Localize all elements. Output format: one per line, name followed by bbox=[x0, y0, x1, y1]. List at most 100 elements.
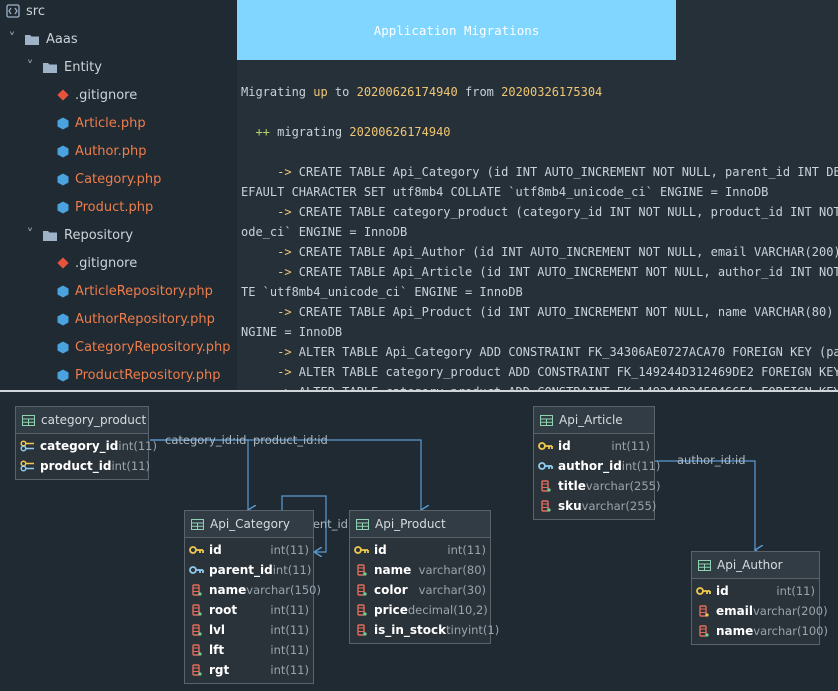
tree-item-product-php[interactable]: Product.php bbox=[57, 193, 153, 221]
column-icon bbox=[541, 500, 551, 512]
sql-line: -> CREATE TABLE Api_Product (id INT AUTO… bbox=[277, 305, 838, 319]
table-icon bbox=[698, 559, 711, 571]
column-icon bbox=[357, 584, 367, 596]
column-icon bbox=[192, 644, 202, 656]
sql-line: -> ALTER TABLE Api_Category ADD CONSTRAI… bbox=[277, 345, 838, 359]
field-name: category_id bbox=[40, 439, 119, 453]
tree-item-label: Entity bbox=[64, 59, 102, 75]
entity-field-id[interactable]: id int(11) bbox=[350, 540, 490, 560]
field-type: int(11) bbox=[270, 603, 309, 617]
primary-foreign-key-icon bbox=[20, 440, 34, 452]
field-name: email bbox=[716, 604, 753, 618]
entity-header[interactable]: Api_Category bbox=[185, 511, 313, 538]
field-name: sku bbox=[558, 499, 582, 513]
entity-field-color[interactable]: color varchar(30) bbox=[350, 580, 490, 600]
field-name: color bbox=[374, 583, 408, 597]
column-icon bbox=[699, 625, 709, 637]
tree-item-article-php[interactable]: Article.php bbox=[57, 109, 146, 137]
tree-item-entity[interactable]: ˅ Entity bbox=[24, 53, 102, 81]
entity-field-sku[interactable]: sku varchar(255) bbox=[534, 496, 656, 516]
entity-api-product[interactable]: Api_Product id int(11) name varchar(80) color… bbox=[349, 510, 499, 644]
entity-field-lvl[interactable]: lvl int(11) bbox=[185, 620, 313, 640]
sql-line: -> CREATE TABLE Api_Author (id INT AUTO_… bbox=[277, 245, 838, 259]
tree-item-gitignore[interactable]: .gitignore bbox=[57, 249, 137, 277]
chevron-down-icon[interactable]: ˅ bbox=[6, 31, 18, 47]
field-type: int(11) bbox=[270, 663, 309, 677]
entity-header[interactable]: Api_Author bbox=[692, 552, 819, 579]
php-class-icon bbox=[57, 341, 69, 353]
tree-item-src[interactable]: src bbox=[6, 0, 45, 25]
field-name: product_id bbox=[40, 459, 112, 473]
entity-title: Api_Article bbox=[559, 413, 623, 427]
entity-field-name[interactable]: name varchar(100) bbox=[692, 621, 828, 641]
field-type: decimal(10,2) bbox=[407, 603, 488, 617]
entity-field-author-id[interactable]: author_id int(11) bbox=[534, 456, 660, 476]
terminal-header: Application Migrations bbox=[237, 0, 676, 60]
entity-title: Api_Product bbox=[375, 517, 446, 531]
tree-item-repository[interactable]: ˅ Repository bbox=[24, 221, 134, 249]
entity-field-category-id[interactable]: category_id int(11) bbox=[16, 436, 157, 456]
git-icon bbox=[57, 89, 69, 101]
chevron-down-icon[interactable]: ˅ bbox=[24, 59, 36, 75]
field-name: name bbox=[374, 563, 412, 577]
entity-field-rgt[interactable]: rgt int(11) bbox=[185, 660, 313, 680]
entity-header[interactable]: Api_Article bbox=[534, 407, 654, 434]
field-type: int(11) bbox=[272, 563, 312, 577]
unique-column-icon bbox=[699, 605, 709, 617]
php-class-icon bbox=[57, 117, 69, 129]
entity-field-is-in-stock[interactable]: is_in_stock tinyint(1) bbox=[350, 620, 499, 640]
tree-item-label: Category.php bbox=[75, 171, 162, 187]
tree-item-authorrepository-php[interactable]: AuthorRepository.php bbox=[57, 305, 215, 333]
primary-key-icon bbox=[538, 442, 553, 450]
foreign-key-icon bbox=[189, 566, 204, 574]
entity-field-root[interactable]: root int(11) bbox=[185, 600, 313, 620]
tree-item-category-php[interactable]: Category.php bbox=[57, 165, 161, 193]
table-icon bbox=[356, 518, 369, 530]
entity-field-parent-id[interactable]: parent_id int(11) bbox=[185, 560, 313, 580]
tree-item-gitignore[interactable]: .gitignore bbox=[57, 81, 137, 109]
entity-field-title[interactable]: title varchar(255) bbox=[534, 476, 660, 496]
field-name: id bbox=[716, 584, 729, 598]
relation-label-product: product_id:id bbox=[253, 433, 328, 447]
entity-header[interactable]: Api_Product bbox=[350, 511, 490, 538]
entity-header[interactable]: category_product bbox=[16, 407, 148, 434]
primary-key-icon bbox=[696, 587, 711, 595]
tree-item-categoryrepository-php[interactable]: CategoryRepository.php bbox=[57, 333, 231, 361]
entity-category-product[interactable]: category_product category_id int(11) produc… bbox=[15, 406, 157, 480]
tree-item-aaas[interactable]: ˅ Aaas bbox=[6, 25, 78, 53]
chevron-down-icon[interactable]: ˅ bbox=[24, 227, 36, 243]
column-icon bbox=[192, 624, 202, 636]
entity-field-product-id[interactable]: product_id int(11) bbox=[16, 456, 150, 476]
tree-item-label: src bbox=[26, 3, 45, 19]
table-icon bbox=[22, 414, 35, 426]
php-class-icon bbox=[57, 173, 69, 185]
terminal-output: Application Migrations Migrating up to 2… bbox=[237, 0, 838, 390]
entity-field-lft[interactable]: lft int(11) bbox=[185, 640, 313, 660]
tree-item-label: Article.php bbox=[75, 115, 146, 131]
entity-api-author[interactable]: Api_Author id int(11) email varchar(200) name… bbox=[691, 551, 828, 645]
entity-title: Api_Category bbox=[210, 517, 290, 531]
tree-item-articlerepository-php[interactable]: ArticleRepository.php bbox=[57, 277, 213, 305]
entity-field-email[interactable]: email varchar(200) bbox=[692, 601, 828, 621]
folder-icon bbox=[25, 34, 39, 45]
tree-item-label: ProductRepository.php bbox=[75, 367, 221, 383]
field-type: int(11) bbox=[621, 459, 661, 473]
entity-field-id[interactable]: id int(11) bbox=[185, 540, 313, 560]
field-type: varchar(100) bbox=[753, 624, 828, 638]
relation-label-category: category_id:id bbox=[165, 433, 247, 447]
entity-title: category_product bbox=[41, 413, 147, 427]
entity-field-name[interactable]: name varchar(80) bbox=[350, 560, 490, 580]
entity-api-category[interactable]: Api_Category id int(11) parent_id int(11) nam… bbox=[184, 510, 321, 684]
source-folder-icon bbox=[6, 4, 20, 18]
entity-field-id[interactable]: id int(11) bbox=[692, 581, 819, 601]
entity-field-name[interactable]: name varchar(150) bbox=[185, 580, 321, 600]
field-name: lvl bbox=[209, 623, 226, 637]
tree-item-author-php[interactable]: Author.php bbox=[57, 137, 146, 165]
entity-field-id[interactable]: id int(11) bbox=[534, 436, 654, 456]
entity-field-price[interactable]: price decimal(10,2) bbox=[350, 600, 490, 620]
tree-item-label: Repository bbox=[64, 227, 134, 243]
entity-api-article[interactable]: Api_Article id int(11) author_id int(11) titl… bbox=[533, 406, 660, 520]
field-name: name bbox=[716, 624, 754, 638]
tree-item-productrepository-php[interactable]: ProductRepository.php bbox=[57, 361, 221, 389]
field-name: author_id bbox=[558, 459, 622, 473]
